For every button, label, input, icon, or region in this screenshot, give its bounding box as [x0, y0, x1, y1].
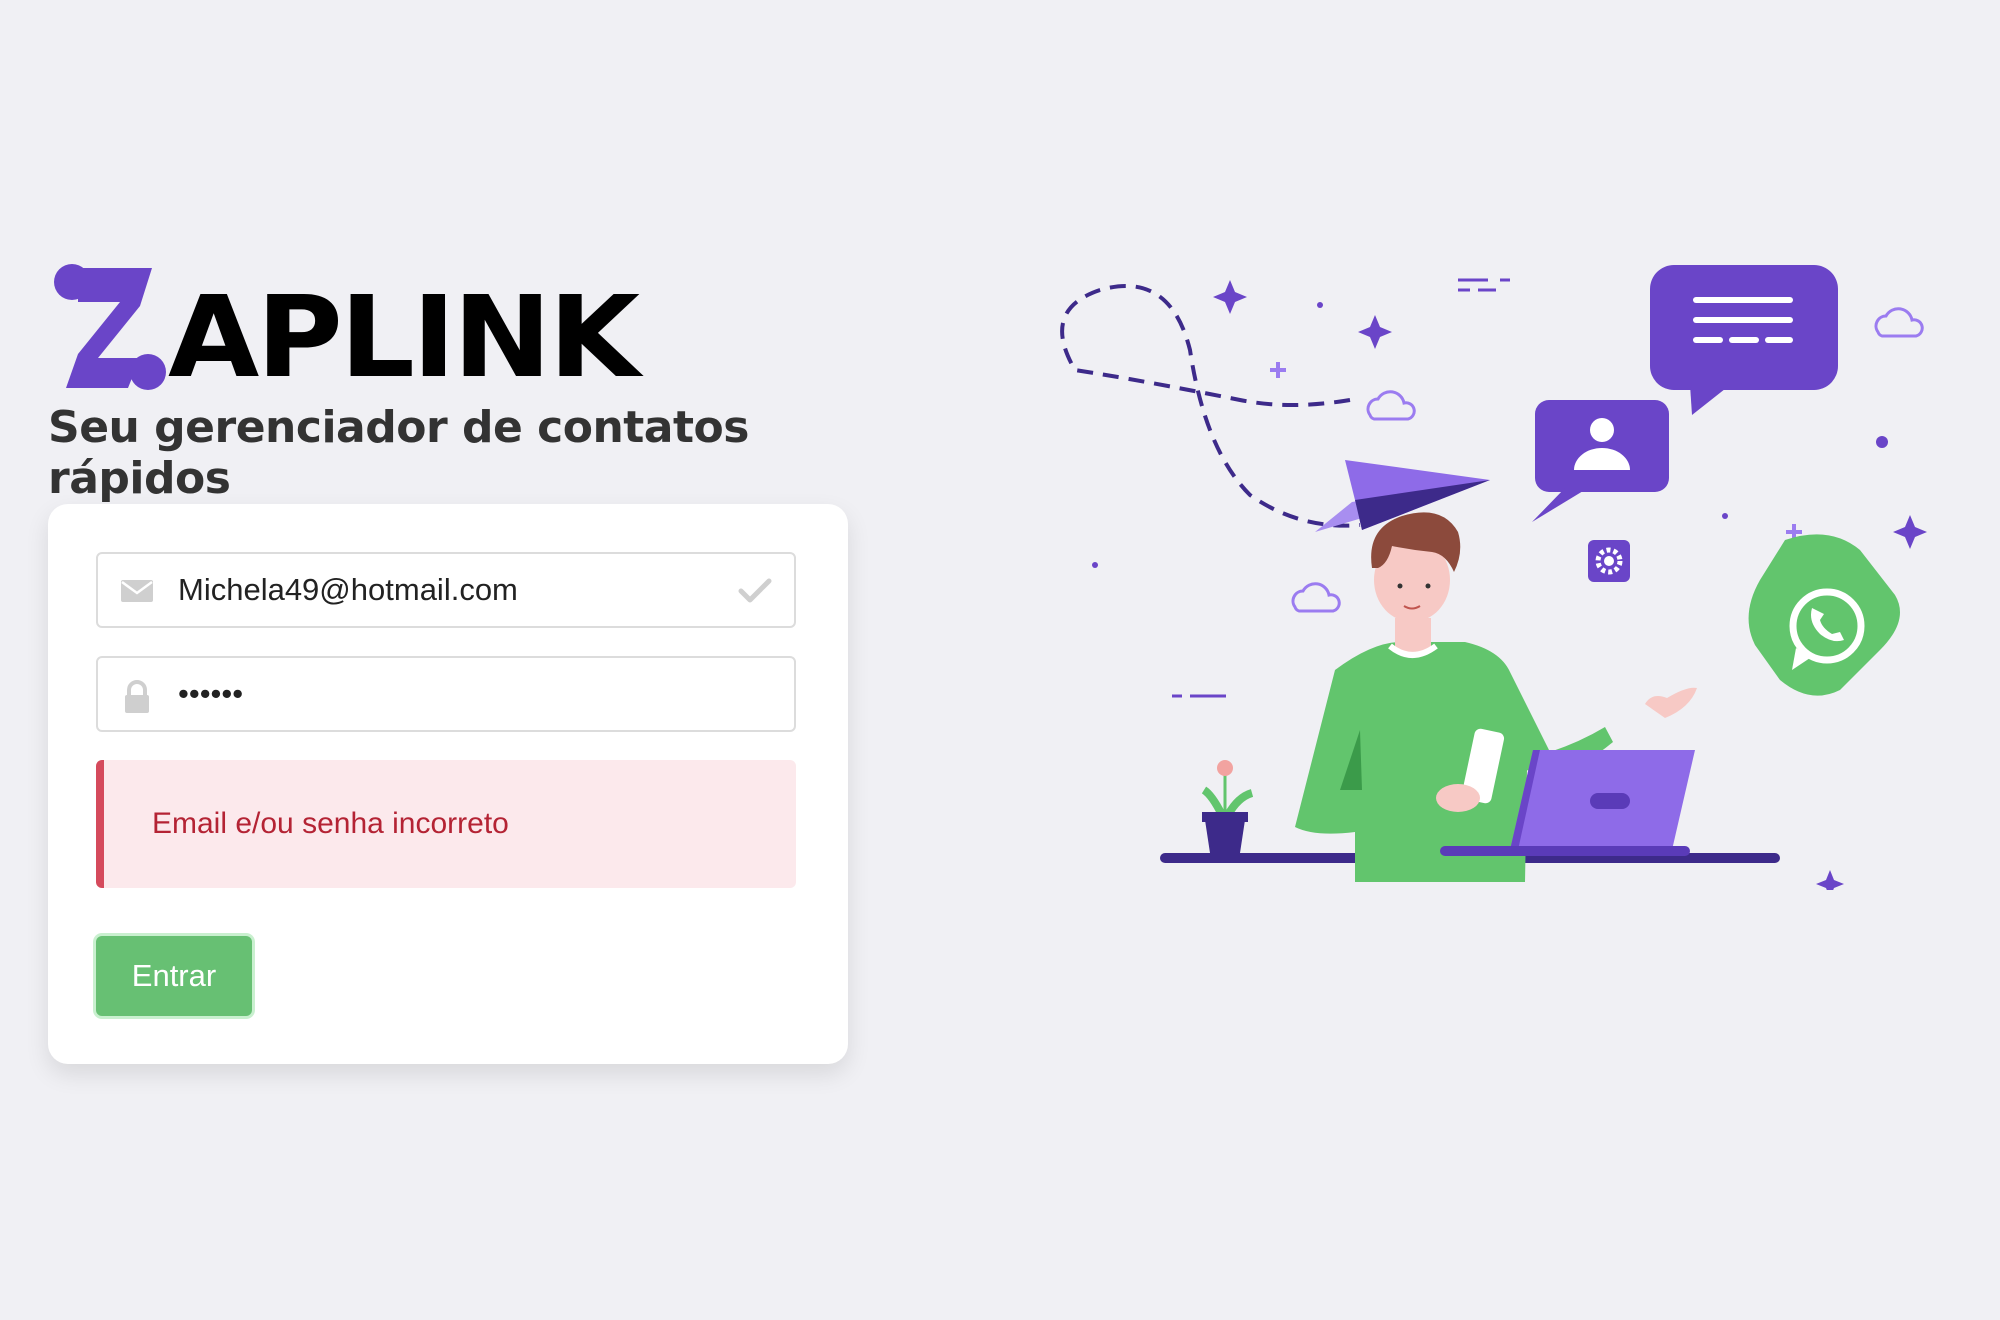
- chat-bubble-icon: [1650, 265, 1838, 415]
- plant-icon: [1201, 760, 1254, 853]
- error-message: Email e/ou senha incorreto: [152, 807, 509, 840]
- brand-area: APLINK Seu gerenciador de contatos rápid…: [48, 258, 848, 504]
- login-card: Michela49@hotmail.com •••••• Email e/ou …: [48, 504, 848, 1064]
- illustration: [1040, 250, 1940, 898]
- email-field[interactable]: Michela49@hotmail.com: [96, 552, 796, 628]
- contact-bubble-icon: [1532, 400, 1669, 522]
- error-alert: Email e/ou senha incorreto: [96, 760, 796, 888]
- tagline: Seu gerenciador de contatos rápidos: [48, 402, 749, 504]
- envelope-icon: [120, 576, 154, 611]
- lock-icon: [120, 680, 154, 719]
- check-icon: [738, 576, 772, 611]
- password-value: ••••••: [178, 676, 244, 711]
- login-button[interactable]: Entrar: [96, 936, 252, 1016]
- password-field[interactable]: ••••••: [96, 656, 796, 732]
- email-value: Michela49@hotmail.com: [178, 572, 518, 607]
- whatsapp-icon: [1748, 534, 1900, 696]
- gear-icon: [1588, 540, 1630, 582]
- logo: APLINK: [48, 258, 698, 398]
- logo-text: APLINK: [168, 271, 640, 403]
